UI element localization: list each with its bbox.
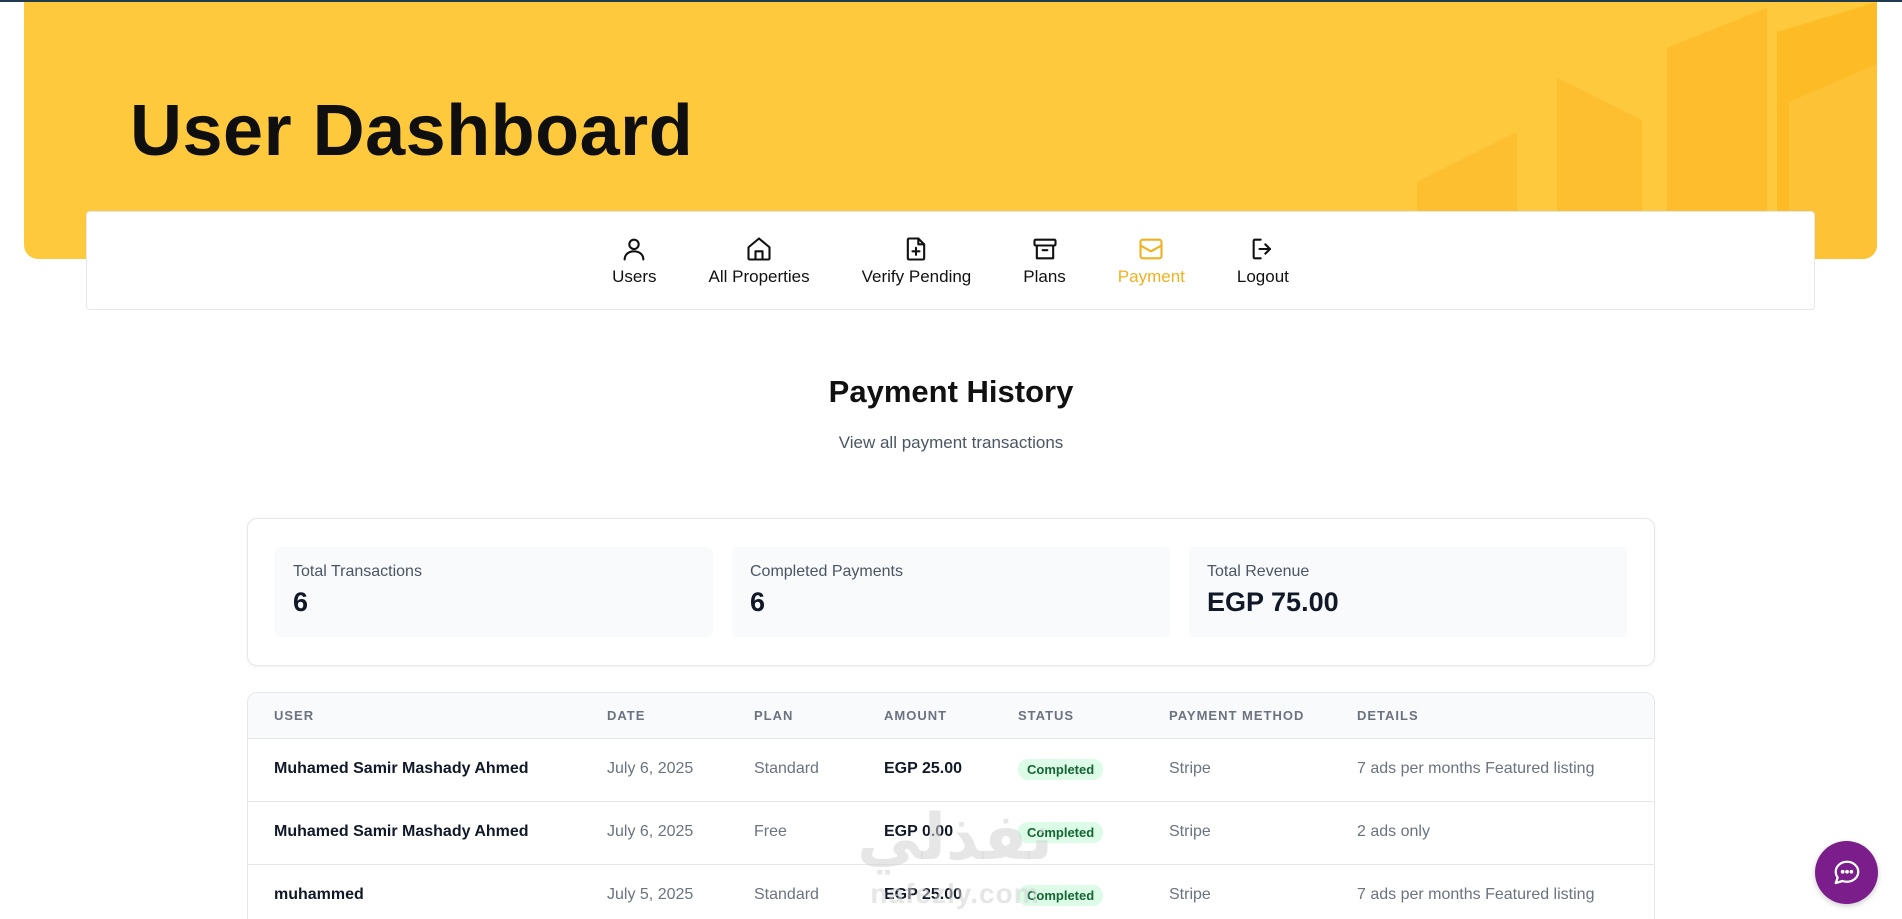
dashboard-nav: Users All Properties Verify Pending Plan…: [86, 211, 1815, 310]
cell-details: 7 ads per months Featured listing: [1357, 760, 1595, 777]
column-header-payment-method[interactable]: PAYMENT METHOD: [1169, 708, 1304, 723]
column-header-plan[interactable]: PLAN: [754, 708, 793, 723]
column-header-status[interactable]: STATUS: [1018, 708, 1074, 723]
cell-date: July 6, 2025: [607, 823, 694, 840]
stat-label: Total Transactions: [293, 563, 422, 580]
column-header-details[interactable]: DETAILS: [1357, 708, 1419, 723]
stat-value: 6: [293, 587, 309, 617]
status-badge: Completed: [1018, 885, 1104, 906]
table-row[interactable]: Muhamed Samir Mashady Ahmed July 6, 2025…: [248, 739, 1654, 802]
cell-details: 2 ads only: [1357, 823, 1430, 840]
cell-date: July 5, 2025: [607, 886, 694, 903]
column-header-user[interactable]: USER: [274, 708, 314, 723]
logout-icon: [1252, 238, 1271, 259]
stats-panel: Total Transactions 6 Completed Payments …: [247, 518, 1655, 666]
nav-item-payment[interactable]: Payment: [1092, 235, 1211, 287]
payments-table: USER DATE PLAN AMOUNT STATUS PAYMENT MET…: [247, 692, 1655, 919]
cell-amount: EGP 25.00: [884, 886, 962, 903]
status-badge: Completed: [1018, 759, 1104, 780]
home-icon: [747, 236, 771, 261]
column-header-amount[interactable]: AMOUNT: [884, 708, 947, 723]
stat-value: 6: [750, 587, 766, 617]
nav-item-verify-pending[interactable]: Verify Pending: [836, 235, 998, 287]
cell-amount: EGP 0.00: [884, 823, 954, 840]
section-title: Payment History: [828, 374, 1074, 409]
section-subtitle: View all payment transactions: [838, 433, 1064, 452]
stat-label: Total Revenue: [1207, 563, 1310, 580]
nav-item-label: All Properties: [708, 266, 810, 286]
nav-item-label: Payment: [1117, 266, 1185, 286]
status-badge: Completed: [1018, 822, 1104, 843]
cell-date: July 6, 2025: [607, 760, 694, 777]
archive-icon: [1032, 238, 1057, 259]
nav-item-label: Logout: [1236, 266, 1289, 286]
stat-total-revenue: Total Revenue EGP 75.00: [1189, 547, 1627, 637]
nav-item-label: Users: [612, 266, 657, 286]
stat-total-transactions: Total Transactions 6: [275, 547, 713, 637]
column-header-date[interactable]: DATE: [607, 708, 645, 723]
cell-payment-method: Stripe: [1169, 823, 1211, 840]
nav-item-plans[interactable]: Plans: [997, 235, 1092, 287]
table-header: USER DATE PLAN AMOUNT STATUS PAYMENT MET…: [248, 693, 1654, 739]
cell-details: 7 ads per months Featured listing: [1357, 886, 1595, 903]
cell-payment-method: Stripe: [1169, 886, 1211, 903]
stat-completed-payments: Completed Payments 6: [732, 547, 1170, 637]
nav-item-logout[interactable]: Logout: [1211, 235, 1315, 287]
mail-icon: [1139, 238, 1163, 259]
cell-plan: Free: [754, 823, 787, 840]
table-row[interactable]: muhammed July 5, 2025 Standard EGP 25.00…: [248, 865, 1654, 919]
cell-user: Muhamed Samir Mashady Ahmed: [274, 760, 529, 777]
cell-plan: Standard: [754, 760, 819, 777]
stat-value: EGP 75.00: [1207, 587, 1339, 617]
stat-label: Completed Payments: [750, 563, 903, 580]
table-row[interactable]: Muhamed Samir Mashady Ahmed July 6, 2025…: [248, 802, 1654, 865]
file-plus-icon: [907, 236, 926, 261]
nav-item-all-properties[interactable]: All Properties: [683, 235, 836, 287]
cell-payment-method: Stripe: [1169, 760, 1211, 777]
cell-user: Muhamed Samir Mashady Ahmed: [274, 823, 529, 840]
user-icon: [623, 238, 645, 261]
cell-amount: EGP 25.00: [884, 760, 962, 777]
cell-user: muhammed: [274, 886, 364, 903]
nav-item-label: Plans: [1023, 266, 1066, 286]
nav-item-label: Verify Pending: [861, 266, 972, 286]
page-title: User Dashboard: [130, 91, 694, 171]
chat-bubble-icon: [1834, 860, 1859, 884]
cell-plan: Standard: [754, 886, 819, 903]
nav-item-users[interactable]: Users: [586, 235, 682, 287]
chat-button[interactable]: [1815, 841, 1878, 904]
